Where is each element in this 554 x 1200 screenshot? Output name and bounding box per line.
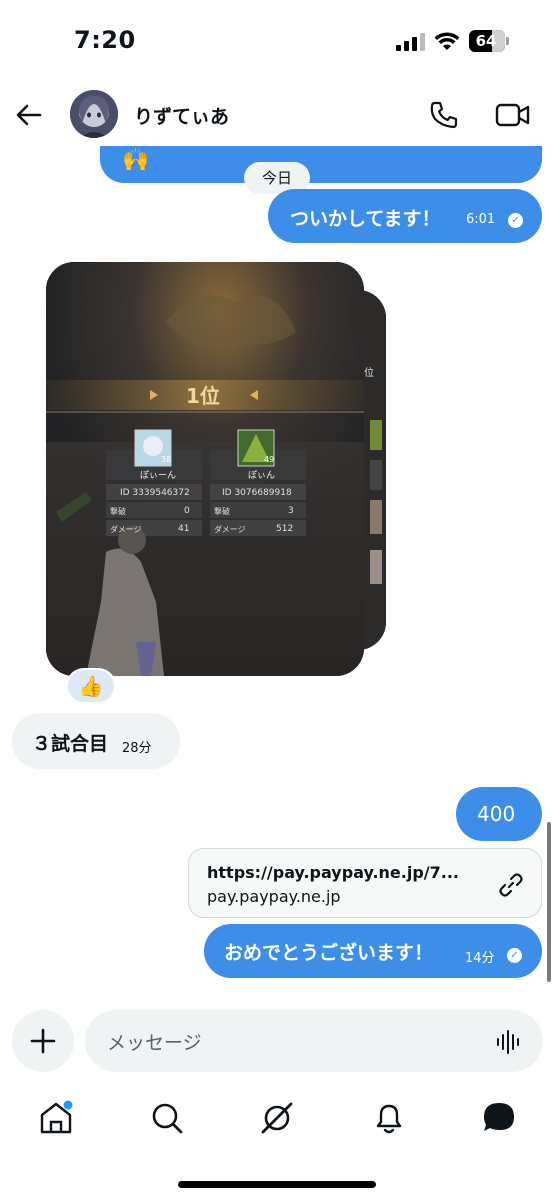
player1-kills: 0: [184, 506, 190, 516]
message-input[interactable]: メッセージ: [85, 1010, 543, 1072]
player2-damage: 512: [276, 524, 294, 534]
message-time: 6:01: [466, 212, 496, 227]
status-time: 7:20: [74, 26, 136, 54]
thumbs-up-reaction[interactable]: 👍: [66, 668, 116, 704]
player1-kills-label: 撃破: [110, 507, 126, 516]
link-icon[interactable]: [497, 871, 525, 899]
link-domain: pay.paypay.ne.jp: [207, 887, 341, 906]
player2-id: ID 3076689918: [222, 488, 292, 498]
battery-icon: 64: [469, 30, 509, 52]
player1-level: 38: [161, 455, 172, 464]
grok-icon[interactable]: [257, 1098, 297, 1138]
video-icon[interactable]: [495, 100, 531, 130]
message-text: ３試合目: [32, 733, 109, 755]
search-icon[interactable]: [147, 1098, 187, 1138]
message-composer: メッセージ: [0, 1008, 554, 1074]
bell-icon[interactable]: [369, 1098, 409, 1138]
player1-damage: 41: [178, 524, 190, 534]
status-bar: 7:20 64: [0, 0, 554, 80]
player1-name: ぽぃーん: [140, 471, 177, 481]
notification-dot: [63, 1100, 73, 1110]
player2-kills-label: 撃破: [214, 507, 230, 516]
outgoing-message[interactable]: 400: [456, 787, 542, 841]
messages-icon[interactable]: [479, 1098, 519, 1138]
home-icon[interactable]: [36, 1098, 76, 1138]
home-indicator: [178, 1181, 376, 1188]
message-text: 400: [477, 802, 516, 826]
game-result-image[interactable]: 1位 38 ぽぃーん ID 3339546372 撃破 0 ダメージ 41 49…: [46, 262, 364, 676]
player1-damage-label: ダメージ: [110, 525, 142, 534]
previous-message-bubble[interactable]: 🙌: [100, 146, 542, 183]
message-text: ついかしてます！: [290, 208, 441, 230]
contact-name[interactable]: りずてぃあ: [134, 102, 229, 129]
read-check-icon: ✓: [508, 213, 523, 228]
link-preview-card[interactable]: https://pay.paypay.ne.jp/7... pay.paypay…: [188, 848, 542, 918]
outgoing-message[interactable]: おめでとうございます！ 14分 ✓: [204, 924, 542, 978]
image-attachment[interactable]: 位 1位 38 ぽぃーん ID 3339546372 撃破 0 ダメージ 41 …: [46, 262, 386, 676]
message-time: 28分: [122, 741, 152, 756]
player1-id: ID 3339546372: [120, 488, 190, 498]
outgoing-message[interactable]: ついかしてます！ 6:01 ✓: [268, 189, 542, 243]
plus-icon: [30, 1028, 56, 1054]
contact-avatar[interactable]: [70, 90, 118, 138]
player2-damage-label: ダメージ: [214, 525, 246, 534]
phone-icon[interactable]: [428, 99, 460, 131]
player2-name: ぽぃん: [248, 471, 276, 481]
back-arrow-icon[interactable]: [12, 98, 46, 132]
incoming-message[interactable]: ３試合目 28分: [12, 713, 180, 769]
wifi-icon: [434, 32, 460, 50]
message-list[interactable]: 🙌 今日 ついかしてます！ 6:01 ✓ 位 1位 38 ぽぃーん ID 333…: [0, 146, 554, 996]
conversation-header: りずてぃあ: [0, 82, 554, 148]
side-rank-label: 位: [364, 368, 374, 379]
message-text: おめでとうございます！: [224, 942, 434, 964]
link-url[interactable]: https://pay.paypay.ne.jp/7...: [207, 863, 459, 882]
scrollbar[interactable]: [547, 822, 551, 982]
battery-level: 64: [475, 32, 497, 50]
read-check-icon: ✓: [507, 948, 522, 963]
cellular-signal-icon: [396, 33, 426, 51]
message-time: 14分: [465, 951, 495, 966]
rank-label: 1位: [186, 384, 220, 408]
add-media-button[interactable]: [12, 1010, 74, 1072]
player2-level: 49: [264, 455, 275, 464]
message-input-placeholder: メッセージ: [107, 1032, 202, 1054]
player2-kills: 3: [288, 506, 294, 516]
previous-message-emoji: 🙌: [122, 148, 150, 173]
voice-icon[interactable]: [495, 1028, 523, 1056]
bottom-tab-bar: [0, 1090, 554, 1146]
